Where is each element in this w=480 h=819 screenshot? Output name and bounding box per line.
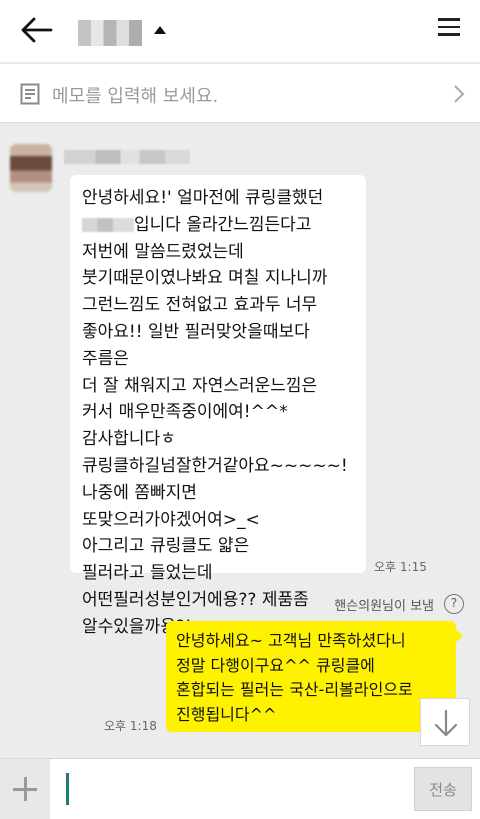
sent-by-label: 핸슨의원님이 보냄 — [334, 599, 434, 614]
composer-bar: 전송 — [0, 758, 480, 819]
message-line: 저번에 말씀드렸었는데 — [82, 241, 244, 262]
help-icon[interactable]: ? — [444, 594, 464, 614]
redacted-name — [82, 217, 134, 232]
top-bar — [0, 0, 480, 62]
message-line: 그런느낌도 전혀없고 효과두 너무 — [82, 295, 318, 316]
back-arrow-icon[interactable] — [20, 15, 54, 45]
message-line: 좋아요!! 일반 필러맞앗을때보다 — [82, 321, 310, 342]
send-button[interactable]: 전송 — [414, 767, 472, 811]
arrow-down-icon — [434, 709, 458, 737]
memo-icon — [20, 83, 40, 105]
message-line: 진행됩니다^^ — [176, 704, 277, 724]
message-line: 필러라고 들었는데 — [82, 563, 213, 584]
scroll-to-bottom-button[interactable] — [420, 698, 470, 746]
sender-name-blurred — [64, 150, 190, 164]
message-line: 안녕하세요!' 얼마전에 큐링클했던 — [82, 188, 324, 208]
outgoing-message-bubble: 안녕하세요~ 고객님 만족하셨다니 정말 다행이구요^^ 큐링클에 혼합되는 필… — [166, 621, 463, 732]
message-line: 혼합되는 필러는 국산-리볼라인으로 — [176, 680, 413, 699]
message-line: 큐링클하길넘잘한거같아요~~~~~! — [82, 455, 348, 476]
message-line: 입니다 올라간느낌든다고 — [82, 212, 354, 239]
incoming-timestamp: 오후 1:15 — [374, 560, 427, 574]
outgoing-timestamp: 오후 1:18 — [104, 719, 157, 733]
message-line: 더 잘 채워지고 자연스러운느낌은 — [82, 375, 318, 396]
hamburger-menu-icon[interactable] — [438, 18, 460, 40]
message-line: 나중에 쫌빠지면 — [82, 482, 197, 503]
message-line: 정말 다행이구요^^ 큐링클에 — [176, 655, 375, 675]
memo-placeholder: 메모를 입력해 보세요. — [52, 86, 219, 107]
message-line: 어떤필러성분인거에용?? 제품좀 — [82, 589, 309, 610]
memo-bar[interactable]: 메모를 입력해 보세요. — [0, 63, 480, 123]
sender-avatar[interactable] — [10, 144, 52, 192]
caret-up-icon[interactable] — [154, 26, 166, 34]
plus-icon[interactable] — [0, 759, 50, 819]
incoming-message-bubble: 안녕하세요!' 얼마전에 큐링클했던 입니다 올라간느낌든다고 저번에 말씀드렸… — [70, 175, 366, 637]
chat-partner-name-blurred[interactable] — [78, 20, 142, 46]
message-line: 감사합니다ㅎ — [82, 429, 176, 450]
text-cursor — [66, 773, 69, 805]
message-line: 주름은 — [82, 348, 129, 369]
message-input[interactable] — [56, 765, 406, 813]
message-line: 붓기때문이였나봐요 며칠 지나니까 — [82, 268, 328, 289]
message-line: 아그리고 큐링클도 얇은 — [82, 536, 250, 557]
message-line: 또맞으러가야겠어여>_< — [82, 509, 260, 530]
message-line: 커서 매우만족중이에여!^^* — [82, 402, 288, 423]
message-line: 안녕하세요~ 고객님 만족하셨다니 — [176, 631, 406, 650]
chevron-right-icon[interactable] — [452, 84, 466, 104]
